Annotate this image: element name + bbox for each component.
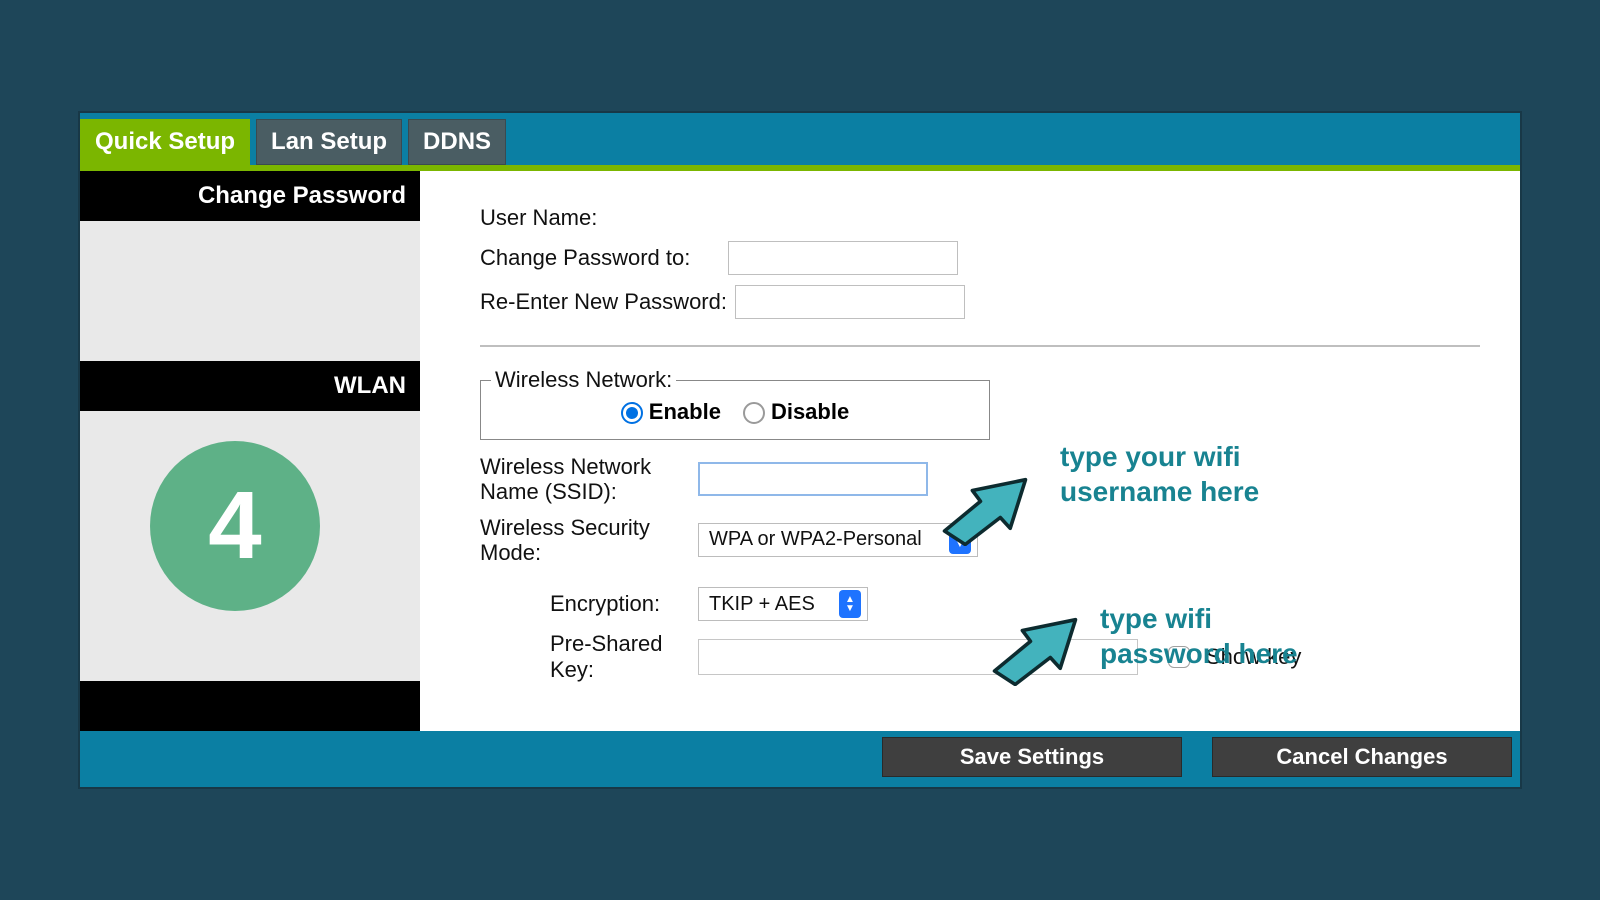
label-security-mode: Wireless Security Mode: <box>480 515 690 566</box>
label-encryption: Encryption: <box>550 591 690 617</box>
radio-icon <box>743 402 765 424</box>
select-encryption-value: TKIP + AES <box>709 593 815 616</box>
input-change-password[interactable] <box>728 241 958 275</box>
sidebar-header-change-password: Change Password <box>80 171 420 221</box>
legend-wireless: Wireless Network: <box>491 367 676 393</box>
tab-bar: Quick Setup Lan Setup DDNS <box>80 113 1520 171</box>
radio-icon <box>621 402 643 424</box>
label-username: User Name: <box>480 205 720 231</box>
fieldset-wireless-network: Wireless Network: Enable Disable <box>480 367 990 440</box>
radio-disable[interactable]: Disable <box>743 399 849 425</box>
select-security-mode-value: WPA or WPA2-Personal <box>709 528 922 551</box>
label-psk: Pre-Shared Key: <box>550 631 690 683</box>
select-encryption[interactable]: TKIP + AES ▲▼ <box>698 587 868 621</box>
save-settings-button[interactable]: Save Settings <box>882 737 1182 777</box>
input-ssid[interactable] <box>698 462 928 496</box>
tab-lan-setup[interactable]: Lan Setup <box>256 119 402 165</box>
sidebar: Change Password WLAN 4 <box>80 171 420 731</box>
input-psk[interactable] <box>698 639 1138 675</box>
sidebar-header-wlan: WLAN <box>80 361 420 411</box>
step-number-badge: 4 <box>150 441 320 611</box>
select-stepper-icon: ▲▼ <box>949 526 971 554</box>
input-reenter-password[interactable] <box>735 285 965 319</box>
label-ssid: Wireless Network Name (SSID): <box>480 454 690 505</box>
label-change-password: Change Password to: <box>480 245 720 271</box>
sidebar-footer-bar <box>80 681 420 731</box>
tab-quick-setup[interactable]: Quick Setup <box>80 119 250 165</box>
radio-enable[interactable]: Enable <box>621 399 721 425</box>
annotation-ssid: type your wifi username here <box>1060 439 1320 509</box>
cancel-changes-button[interactable]: Cancel Changes <box>1212 737 1512 777</box>
tab-ddns[interactable]: DDNS <box>408 119 506 165</box>
label-reenter-password: Re-Enter New Password: <box>480 289 727 315</box>
router-admin-frame: Quick Setup Lan Setup DDNS Change Passwo… <box>80 113 1520 787</box>
annotation-psk: type wifi password here <box>1100 601 1330 671</box>
radio-disable-label: Disable <box>771 399 849 424</box>
footer-bar: Save Settings Cancel Changes <box>80 731 1520 787</box>
section-divider <box>480 345 1480 347</box>
main-panel: User Name: Change Password to: Re-Enter … <box>420 171 1520 731</box>
select-stepper-icon: ▲▼ <box>839 590 861 618</box>
select-security-mode[interactable]: WPA or WPA2-Personal ▲▼ <box>698 523 978 557</box>
radio-enable-label: Enable <box>649 399 721 424</box>
